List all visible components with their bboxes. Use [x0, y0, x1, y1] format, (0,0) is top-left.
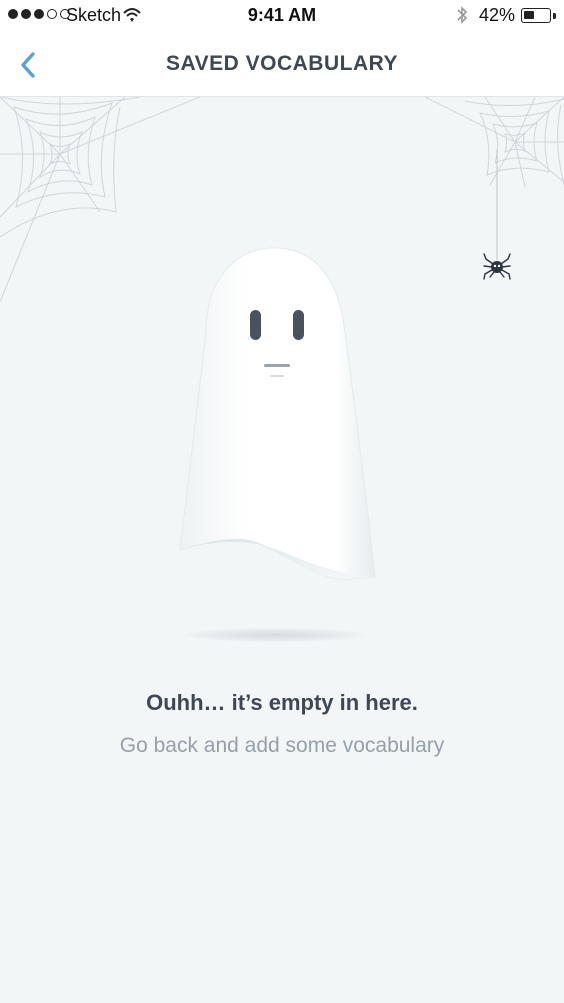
- battery-icon: [521, 8, 551, 23]
- battery-level: [524, 11, 534, 19]
- spider-icon: [483, 150, 511, 280]
- bluetooth-icon: [457, 6, 468, 24]
- navigation-bar: SAVED VOCABULARY: [0, 32, 564, 97]
- status-bar: Sketch 9:41 AM 42%: [0, 0, 564, 32]
- page-title: SAVED VOCABULARY: [165, 52, 399, 75]
- ghost-shadow: [185, 628, 365, 642]
- ghost-icon: [179, 247, 376, 580]
- empty-state-title: Ouhh… it’s empty in here.: [146, 690, 418, 715]
- empty-state-subtitle: Go back and add some vocabulary: [119, 734, 445, 757]
- battery-tip: [553, 13, 556, 19]
- battery-percent: 42%: [479, 5, 516, 25]
